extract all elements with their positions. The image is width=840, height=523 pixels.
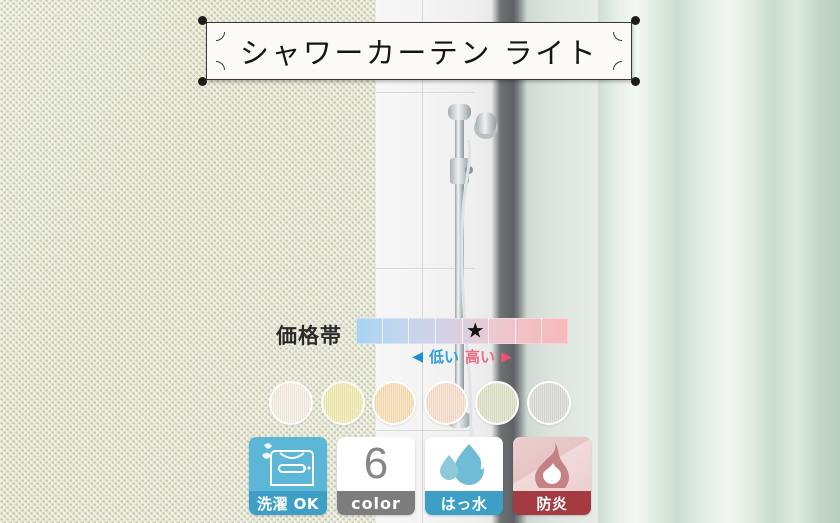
badge-water-label: はっ水	[425, 491, 503, 515]
flame-icon	[513, 437, 591, 491]
color-swatch[interactable]	[423, 381, 468, 425]
title-banner: シャワーカーテン ライト	[198, 16, 640, 86]
price-band-cell-selected: ★	[463, 318, 490, 344]
price-band-widget: 価格帯 ★ ◀ 低い 高い ▶	[276, 316, 568, 372]
price-band-label: 価格帯	[276, 324, 342, 348]
color-swatch[interactable]	[320, 381, 365, 425]
arrow-right-icon: ▶	[501, 348, 512, 365]
price-band-cell	[489, 318, 516, 344]
arrow-left-icon: ◀	[412, 348, 423, 365]
washing-machine-icon	[249, 437, 327, 491]
price-high-label: 高い	[465, 348, 496, 366]
product-banner-image: シャワーカーテン ライト 価格帯 ★ ◀ 低い 高い ▶ 洗濯 OK 6 col…	[0, 0, 840, 523]
badge-washable: 洗濯 OK	[249, 437, 327, 515]
feature-badge-list: 洗濯 OK 6 color はっ水 防炎	[249, 437, 591, 515]
color-swatch-list	[269, 379, 571, 427]
badge-flame-retardant: 防炎	[513, 437, 591, 515]
price-band-cell	[383, 318, 410, 344]
price-band-cell	[542, 318, 568, 344]
water-droplet-icon	[425, 437, 503, 491]
color-swatch[interactable]	[475, 381, 520, 425]
color-swatch[interactable]	[526, 381, 571, 425]
price-band-cell	[356, 318, 383, 344]
color-count-value: 6	[363, 439, 389, 488]
price-band-star-marker: ★	[465, 319, 485, 343]
color-swatch[interactable]	[269, 381, 313, 425]
price-band-cell	[436, 318, 463, 344]
price-band-cell	[409, 318, 436, 344]
price-band-scale: ★	[356, 318, 568, 344]
price-low-label: 低い	[428, 348, 459, 366]
color-count-icon: 6	[337, 437, 415, 491]
price-band-cell	[516, 318, 543, 344]
price-band-legend: ◀ 低い 高い ▶	[356, 346, 568, 367]
badge-water-repellent: はっ水	[425, 437, 503, 515]
badge-color-count: 6 color	[337, 437, 415, 515]
badge-color-label: color	[337, 491, 415, 515]
page-title: シャワーカーテン ライト	[239, 36, 599, 70]
color-swatch[interactable]	[372, 381, 417, 425]
badge-flame-label: 防炎	[513, 491, 591, 515]
badge-washable-label: 洗濯 OK	[249, 491, 327, 515]
